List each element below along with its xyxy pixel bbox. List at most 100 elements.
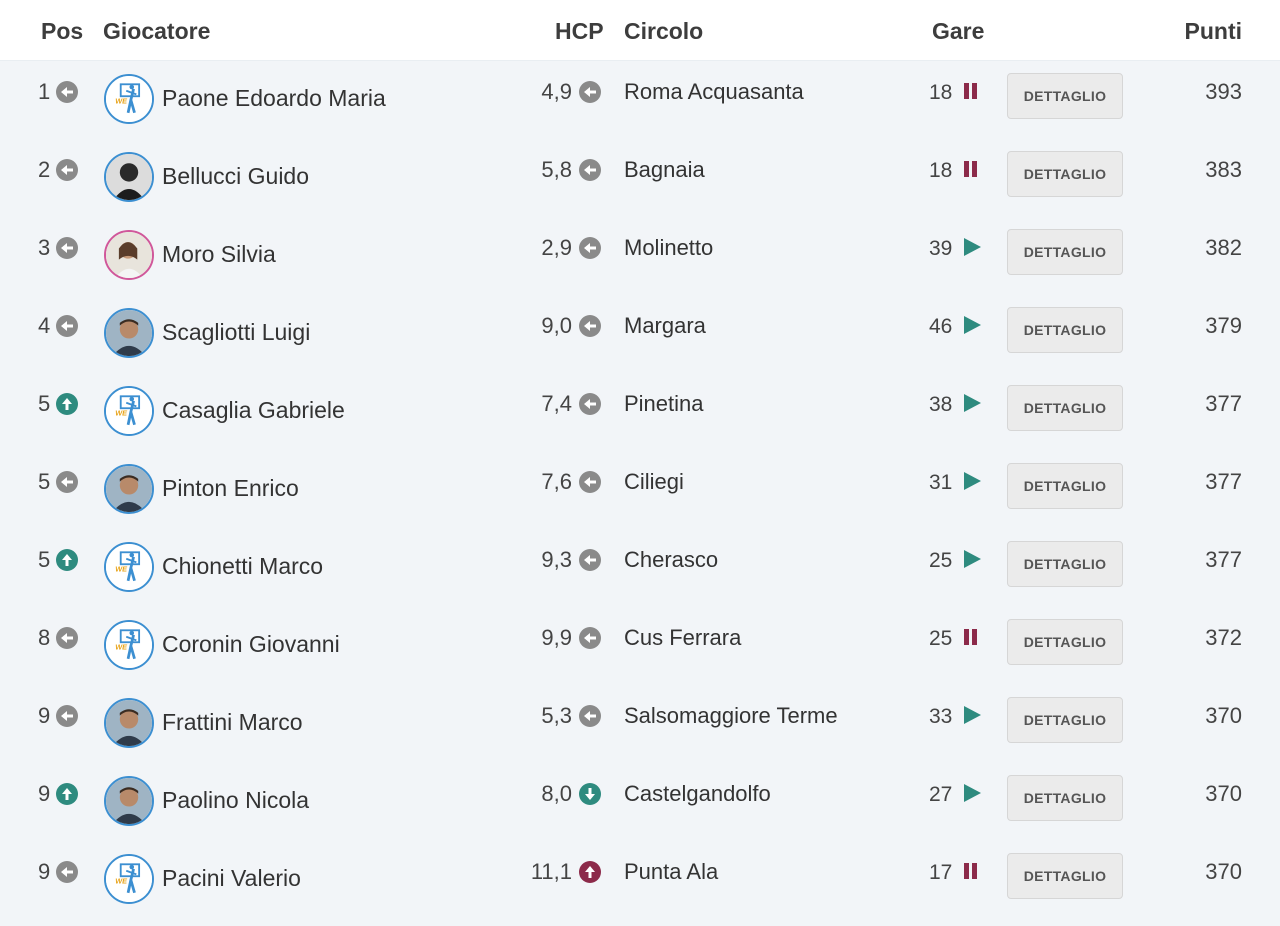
detail-button[interactable]: DETTAGLIO [1007, 853, 1123, 899]
avatar[interactable] [104, 308, 154, 358]
avatar[interactable] [104, 464, 154, 514]
avatar[interactable] [104, 152, 154, 202]
club-name: Roma Acquasanta [624, 79, 804, 104]
gare-count: 39 [929, 237, 953, 260]
detail-button[interactable]: DETTAGLIO [1007, 229, 1123, 275]
player-name[interactable]: Casaglia Gabriele [162, 397, 345, 424]
gare-count: 25 [929, 549, 953, 572]
avatar[interactable]: WE [104, 386, 154, 436]
table-row: 1 WE Paone Edoardo Maria 4,9 Roma Acquasanta… [0, 61, 1280, 139]
table-row: 5 WE Casaglia Gabriele 7,4 Pinetina 38 DETTAGL… [0, 373, 1280, 451]
player-name[interactable]: Pinton Enrico [162, 475, 299, 502]
trend-steady-icon [579, 237, 601, 259]
trend-steady-icon [56, 861, 78, 883]
detail-button[interactable]: DETTAGLIO [1007, 307, 1123, 353]
hcp-value: 2,9 [541, 235, 572, 260]
avatar[interactable]: WE [104, 74, 154, 124]
points-value: 379 [1205, 313, 1242, 338]
player-name[interactable]: Pacini Valerio [162, 865, 301, 892]
player-name[interactable]: Scagliotti Luigi [162, 319, 310, 346]
pause-icon [962, 627, 984, 649]
player-name[interactable]: Bellucci Guido [162, 163, 309, 190]
avatar[interactable]: WE [104, 620, 154, 670]
club-name: Bagnaia [624, 157, 705, 182]
pause-icon [962, 159, 984, 181]
trend-up-icon [56, 393, 78, 415]
hcp-value: 5,3 [541, 703, 572, 728]
player-name[interactable]: Coronin Giovanni [162, 631, 340, 658]
trend-up-icon [56, 783, 78, 805]
play-icon [962, 237, 984, 259]
gare-count: 33 [929, 705, 953, 728]
points-value: 383 [1205, 157, 1242, 182]
trend-steady-icon [56, 315, 78, 337]
club-name: Pinetina [624, 391, 704, 416]
trend-steady-icon [56, 237, 78, 259]
player-name[interactable]: Moro Silvia [162, 241, 276, 268]
hcp-value: 5,8 [541, 157, 572, 182]
gare-count: 27 [929, 783, 953, 806]
trend-steady-icon [56, 471, 78, 493]
svg-text:WE: WE [115, 877, 128, 886]
svg-text:WE: WE [115, 643, 128, 652]
points-value: 370 [1205, 703, 1242, 728]
detail-button[interactable]: DETTAGLIO [1007, 73, 1123, 119]
table-row: 8 WE Coronin Giovanni 9,9 Cus Ferrara 25 DETTA… [0, 607, 1280, 685]
pause-icon [962, 861, 984, 883]
trend-steady-icon [579, 81, 601, 103]
trend-down-icon [579, 783, 601, 805]
points-value: 377 [1205, 469, 1242, 494]
avatar[interactable]: WE [104, 854, 154, 904]
detail-button[interactable]: DETTAGLIO [1007, 697, 1123, 743]
player-name[interactable]: Frattini Marco [162, 709, 303, 736]
ranking-table: Pos Giocatore HCP Circolo Gare Punti 1 WE… [0, 0, 1280, 926]
play-icon [962, 393, 984, 415]
table-row: 9 WE Pacini Valerio 11,1 Punta Ala 17 DETTAGLI… [0, 841, 1280, 919]
svg-text:WE: WE [115, 565, 128, 574]
gare-count: 18 [929, 81, 953, 104]
club-name: Molinetto [624, 235, 714, 260]
trend-steady-icon [56, 159, 78, 181]
avatar[interactable]: WE [104, 542, 154, 592]
avatar[interactable] [104, 776, 154, 826]
hcp-value: 7,6 [541, 469, 572, 494]
gare-count: 18 [929, 159, 953, 182]
position-value: 5 [38, 391, 51, 416]
gare-count: 25 [929, 627, 953, 650]
table-row: 5 Pinton Enrico 7,6 Ciliegi 31 DETTAGLIO 377 [0, 451, 1280, 529]
table-body: 1 WE Paone Edoardo Maria 4,9 Roma Acquasanta… [0, 61, 1280, 926]
points-value: 382 [1205, 235, 1242, 260]
svg-text:WE: WE [115, 97, 128, 106]
club-name: Punta Ala [624, 859, 719, 884]
gare-count: 46 [929, 315, 953, 338]
trend-steady-icon [579, 315, 601, 337]
table-header: Pos Giocatore HCP Circolo Gare Punti [0, 0, 1280, 61]
position-value: 4 [38, 313, 51, 338]
play-icon [962, 471, 984, 493]
position-value: 9 [38, 781, 51, 806]
header-hcp: HCP [555, 18, 604, 44]
position-value: 2 [38, 157, 51, 182]
detail-button[interactable]: DETTAGLIO [1007, 541, 1123, 587]
detail-button[interactable]: DETTAGLIO [1007, 619, 1123, 665]
avatar[interactable] [104, 230, 154, 280]
play-icon [962, 705, 984, 727]
hcp-value: 8,0 [541, 781, 572, 806]
club-name: Castelgandolfo [624, 781, 771, 806]
table-row: 9 Frattini Marco 5,3 Salsomaggiore Terme 33 D… [0, 685, 1280, 763]
club-name: Cus Ferrara [624, 625, 742, 650]
detail-button[interactable]: DETTAGLIO [1007, 775, 1123, 821]
player-name[interactable]: Paone Edoardo Maria [162, 85, 386, 112]
player-name[interactable]: Paolino Nicola [162, 787, 309, 814]
table-row: 3 Moro Silvia 2,9 Molinetto 39 DETTAGLIO 382 [0, 217, 1280, 295]
play-icon [962, 549, 984, 571]
detail-button[interactable]: DETTAGLIO [1007, 463, 1123, 509]
detail-button[interactable]: DETTAGLIO [1007, 151, 1123, 197]
position-value: 3 [38, 235, 51, 260]
player-name[interactable]: Chionetti Marco [162, 553, 323, 580]
avatar[interactable] [104, 698, 154, 748]
gare-count: 31 [929, 471, 953, 494]
position-value: 5 [38, 469, 51, 494]
detail-button[interactable]: DETTAGLIO [1007, 385, 1123, 431]
position-value: 5 [38, 547, 51, 572]
